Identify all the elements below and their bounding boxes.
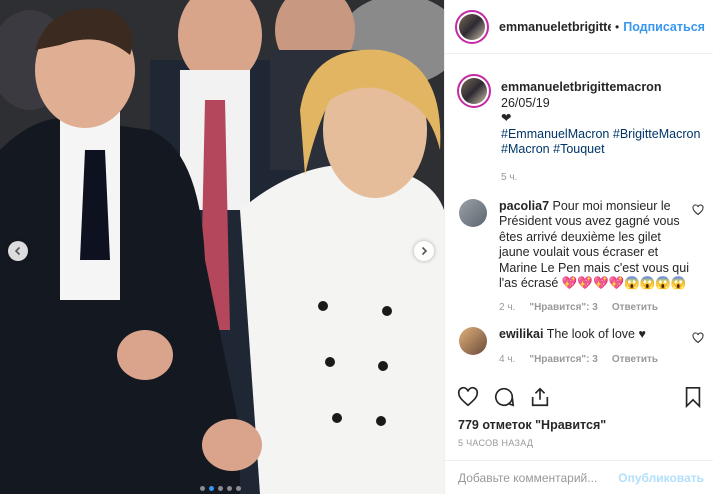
like-button[interactable] <box>457 386 479 412</box>
author-avatar[interactable] <box>455 9 489 44</box>
post-side-panel: emmanueletbrigitte • Подписаться emmanue… <box>444 0 713 494</box>
comments-list[interactable]: emmanueletbrigittemacron 26/05/19 ❤ #Emm… <box>445 70 713 376</box>
caption-avatar[interactable] <box>457 74 491 108</box>
author-username[interactable]: emmanueletbrigitte <box>499 20 611 34</box>
reply-button[interactable]: Ответить <box>612 302 658 313</box>
caption-meta: 5 ч. <box>501 172 704 183</box>
comment-username[interactable]: ewilikai <box>499 327 543 341</box>
share-icon <box>531 387 549 407</box>
comment-input[interactable]: Добавьте комментарий... <box>458 471 597 485</box>
comment-item: ewilikai The look of love ♥ 4 ч. "Нравит… <box>445 326 713 366</box>
comment-time: 2 ч. <box>499 301 516 313</box>
hashtag[interactable]: #BrigitteMacron <box>613 127 701 141</box>
caption-username[interactable]: emmanueletbrigittemacron <box>501 80 661 94</box>
carousel-dot[interactable] <box>200 486 205 491</box>
like-comment-button[interactable] <box>692 199 704 313</box>
comment-meta: 4 ч. "Нравится": 3 Ответить <box>499 354 692 365</box>
comment-username[interactable]: pacolia7 <box>499 199 549 213</box>
chevron-right-icon <box>421 246 428 256</box>
comment-text: ewilikai The look of love ♥ <box>499 327 692 343</box>
photo-illustration <box>0 0 444 494</box>
comment-time: 4 ч. <box>499 354 516 365</box>
comment-body: The look of love ♥ <box>546 326 646 341</box>
instagram-post-modal: emmanueletbrigitte • Подписаться emmanue… <box>0 0 713 494</box>
reply-button[interactable]: Ответить <box>612 354 658 365</box>
caption-text: emmanueletbrigittemacron 26/05/19 ❤ #Emm… <box>501 80 704 158</box>
carousel-next-button[interactable] <box>414 241 434 261</box>
carousel-prev-button[interactable] <box>8 241 28 261</box>
commenter-avatar[interactable] <box>459 326 487 355</box>
comment-text: pacolia7 Pour moi monsieur le Président … <box>499 199 692 292</box>
carousel-dot-active[interactable] <box>209 486 214 491</box>
hashtag[interactable]: #Macron <box>501 142 550 156</box>
save-button[interactable] <box>683 386 703 412</box>
carousel-dots <box>200 486 241 491</box>
comment-item: pacolia7 Pour moi monsieur le Président … <box>445 198 713 313</box>
carousel-dot[interactable] <box>236 486 241 491</box>
comment-icon <box>494 387 515 407</box>
post-header: emmanueletbrigitte • Подписаться <box>445 0 713 54</box>
post-actions <box>457 386 703 412</box>
commenter-avatar[interactable] <box>459 198 487 227</box>
like-comment-button[interactable] <box>692 327 704 366</box>
header-separator: • <box>615 19 620 34</box>
hashtag[interactable]: #Touquet <box>553 142 604 156</box>
heart-outline-icon <box>692 331 704 343</box>
add-comment-bar: Добавьте комментарий... Опубликовать <box>445 460 713 494</box>
post-photo[interactable] <box>0 0 444 494</box>
carousel-dot[interactable] <box>218 486 223 491</box>
heart-outline-icon <box>692 203 704 215</box>
heart-icon <box>457 386 479 407</box>
caption-time: 5 ч. <box>501 171 518 183</box>
post-date: 5 ЧАСОВ НАЗАД <box>458 438 534 448</box>
follow-button[interactable]: Подписаться <box>623 20 705 34</box>
comment-meta: 2 ч. "Нравится": 3 Ответить <box>499 302 692 313</box>
publish-button[interactable]: Опубликовать <box>618 471 704 485</box>
hashtag[interactable]: #EmmanuelMacron <box>501 127 609 141</box>
chevron-left-icon <box>14 246 21 256</box>
likes-count[interactable]: 779 отметок "Нравится" <box>458 418 606 432</box>
bookmark-icon <box>685 387 701 409</box>
caption-date: 26/05/19 <box>501 95 550 110</box>
share-button[interactable] <box>529 386 551 412</box>
comment-likes[interactable]: "Нравится": 3 <box>529 302 598 313</box>
comment-likes[interactable]: "Нравится": 3 <box>529 354 598 365</box>
carousel-dot[interactable] <box>227 486 232 491</box>
caption-entry: emmanueletbrigittemacron 26/05/19 ❤ #Emm… <box>445 74 713 183</box>
caption-heart: ❤ <box>501 111 512 125</box>
comment-button[interactable] <box>493 386 515 412</box>
